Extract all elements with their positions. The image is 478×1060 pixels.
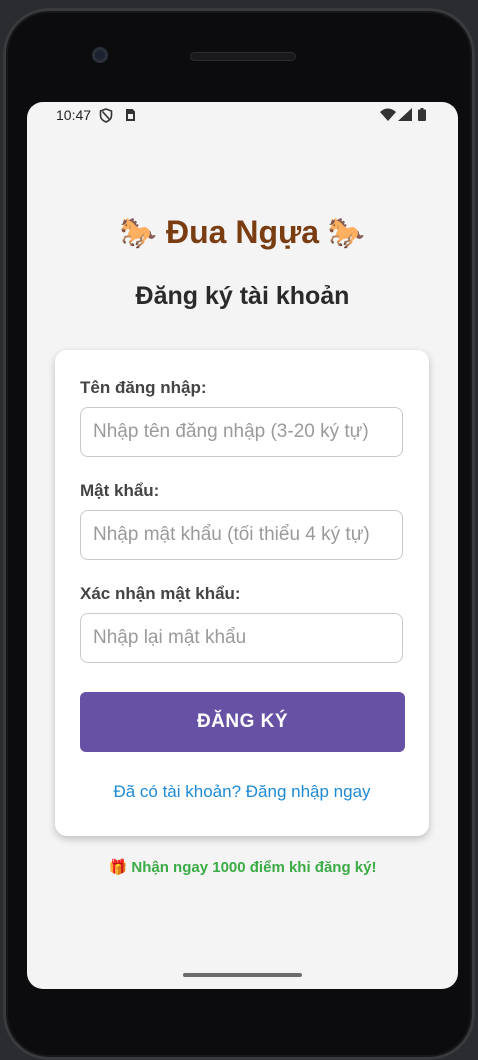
status-bar: 10:47 (27, 102, 458, 130)
signal-icon (398, 108, 412, 124)
promo-banner: 🎁 Nhận ngay 1000 điểm khi đăng ký! (27, 858, 458, 876)
register-button[interactable]: ĐĂNG KÝ (80, 692, 405, 752)
phone-frame: 10:47 🐎 Đua Ngựa 🐎 Đăng ký tài khoản Tên… (3, 8, 475, 1060)
home-indicator[interactable] (183, 973, 302, 977)
confirm-password-input[interactable] (80, 613, 403, 663)
app-title: 🐎 Đua Ngựa 🐎 (27, 214, 458, 251)
confirm-password-label: Xác nhận mật khẩu: (80, 584, 241, 603)
privacy-shield-icon (99, 108, 113, 126)
page-title: Đăng ký tài khoản (135, 282, 350, 310)
register-form-card: Tên đăng nhập: Mật khẩu: Xác nhận mật kh… (55, 350, 429, 836)
wifi-icon (380, 108, 396, 124)
app-title-text: Đua Ngựa (166, 214, 319, 250)
username-input[interactable] (80, 407, 403, 457)
login-link[interactable]: Đã có tài khoản? Đăng nhập ngay (55, 782, 429, 802)
horse-emoji-left: 🐎 (119, 217, 158, 250)
front-camera (92, 47, 108, 63)
gift-icon: 🎁 (108, 859, 128, 876)
sim-card-icon (125, 108, 136, 125)
app-screen: 10:47 🐎 Đua Ngựa 🐎 Đăng ký tài khoản Tên… (27, 102, 458, 989)
promo-text: Nhận ngay 1000 điểm khi đăng ký! (131, 859, 377, 876)
horse-emoji-right: 🐎 (327, 217, 366, 250)
status-time: 10:47 (56, 107, 92, 123)
username-label: Tên đăng nhập: (80, 378, 207, 397)
earpiece-speaker (190, 52, 296, 61)
password-label: Mật khẩu: (80, 481, 160, 500)
battery-icon (418, 108, 426, 124)
password-input[interactable] (80, 510, 403, 560)
